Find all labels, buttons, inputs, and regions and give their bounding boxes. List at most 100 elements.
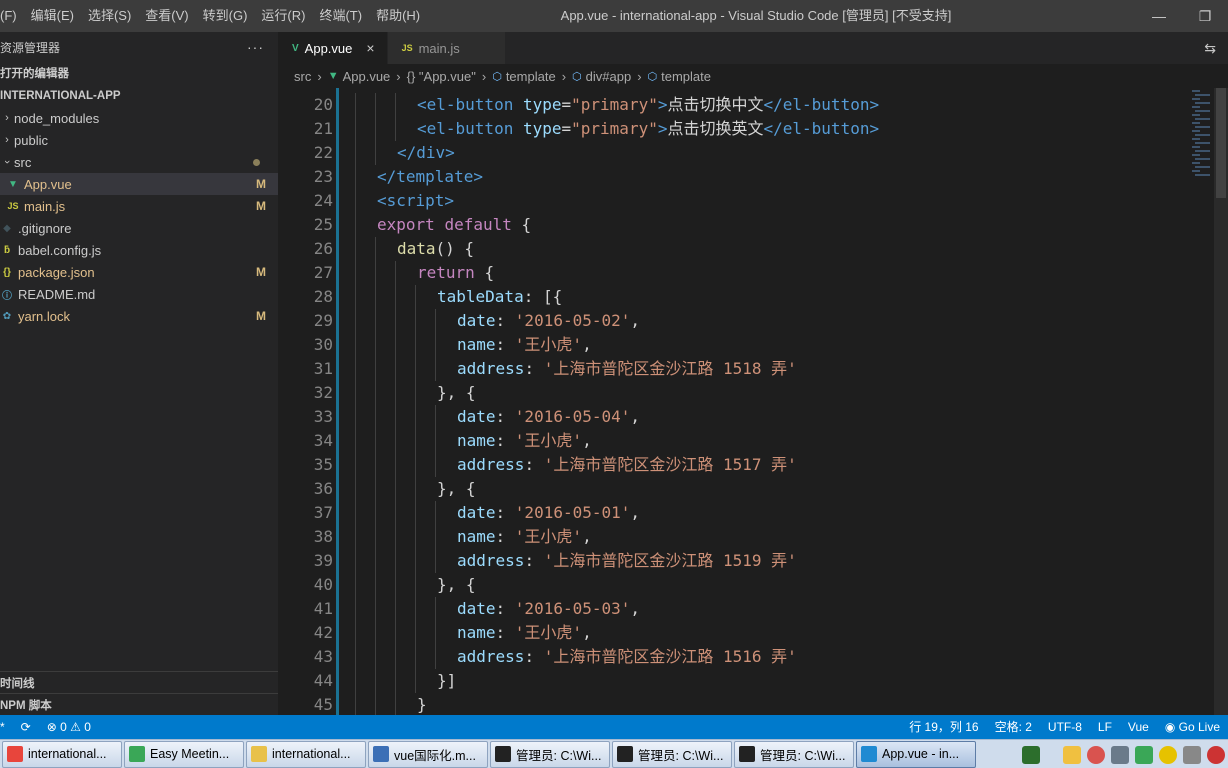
code-line[interactable]: 43 address: '上海市普陀区金沙江路 1516 弄'	[278, 645, 879, 669]
code-token: :	[524, 359, 544, 378]
code-line[interactable]: 40}, {	[278, 573, 879, 597]
indent-guide	[415, 645, 416, 669]
taskbar-item[interactable]: vue国际化.m...	[368, 740, 488, 768]
pinwheel-icon[interactable]	[1087, 745, 1105, 764]
tree-item-readme[interactable]: ⓘ README.md	[0, 283, 278, 305]
more-actions-icon[interactable]: ···	[247, 39, 264, 55]
npm-scripts-section[interactable]: NPM 脚本	[0, 693, 278, 715]
indent-guide	[395, 93, 396, 117]
volume-muted-icon[interactable]	[1207, 745, 1225, 764]
taskbar-item[interactable]: App.vue - in...	[856, 740, 976, 768]
tree-item-gitignore[interactable]: ◆ .gitignore	[0, 217, 278, 239]
code-token: ,	[630, 503, 641, 522]
taskbar-item[interactable]: Easy Meetin...	[124, 740, 244, 768]
menu-run[interactable]: 运行(R)	[254, 0, 312, 32]
code-line[interactable]: 39 address: '上海市普陀区金沙江路 1519 弄'	[278, 549, 879, 573]
code-editor[interactable]: 20 <el-button type="primary">点击切换中文</el-b…	[278, 88, 1228, 715]
code-line[interactable]: 20 <el-button type="primary">点击切换中文</el-b…	[278, 93, 879, 117]
code-lines[interactable]: 20 <el-button type="primary">点击切换中文</el-b…	[278, 93, 879, 715]
menu-help[interactable]: 帮助(H)	[369, 0, 427, 32]
menu-view[interactable]: 查看(V)	[138, 0, 195, 32]
breadcrumb-item[interactable]: template	[506, 69, 556, 84]
indent-guide	[355, 261, 356, 285]
taskbar-item[interactable]: international...	[246, 740, 366, 768]
tree-item-yarn-lock[interactable]: ✿ yarn.lock M	[0, 305, 278, 327]
scrollbar-thumb[interactable]	[1216, 88, 1226, 198]
plus-icon[interactable]	[1159, 745, 1177, 764]
code-line[interactable]: 22 </div>	[278, 141, 879, 165]
menu-terminal[interactable]: 终端(T)	[312, 0, 369, 32]
go-live-button[interactable]: ◉ Go Live	[1157, 715, 1228, 739]
code-line[interactable]: 23 </template>	[278, 165, 879, 189]
code-line[interactable]: 45}	[278, 693, 879, 715]
code-line[interactable]: 31 address: '上海市普陀区金沙江路 1518 弄'	[278, 357, 879, 381]
sync-icon[interactable]: ⟳	[13, 715, 39, 739]
problems-button[interactable]: ⊗ 0 ⚠ 0	[39, 715, 99, 739]
indent-guide	[395, 333, 396, 357]
breadcrumb-item[interactable]: src	[294, 69, 311, 84]
tree-item-babel-config[interactable]: ƃ babel.config.js	[0, 239, 278, 261]
tree-item-package-json[interactable]: {} package.json M	[0, 261, 278, 283]
menu-file[interactable]: (F)	[0, 0, 24, 32]
code-line[interactable]: 25 export default {	[278, 213, 879, 237]
usb-icon[interactable]	[1183, 745, 1201, 764]
vscode-tray-icon[interactable]	[1022, 745, 1040, 764]
indentation[interactable]: 空格: 2	[987, 715, 1040, 739]
close-icon[interactable]: ×	[366, 40, 374, 56]
code-line[interactable]: 37 date: '2016-05-01',	[278, 501, 879, 525]
editor-scrollbar[interactable]	[1214, 88, 1228, 715]
taskbar-item[interactable]: 管理员: C:\Wi...	[734, 740, 854, 768]
code-line[interactable]: 27 return {	[278, 261, 879, 285]
weather-icon[interactable]	[1063, 745, 1081, 764]
code-line[interactable]: 41 date: '2016-05-03',	[278, 597, 879, 621]
code-line[interactable]: 24 <script>	[278, 189, 879, 213]
tree-item-public[interactable]: › public	[0, 129, 278, 151]
breadcrumb-item[interactable]: template	[661, 69, 711, 84]
code-line[interactable]: 32}, {	[278, 381, 879, 405]
network-icon[interactable]	[1111, 745, 1129, 764]
code-line[interactable]: 44}]	[278, 669, 879, 693]
menu-edit[interactable]: 编辑(E)	[24, 0, 81, 32]
taskbar-item[interactable]: international...	[2, 740, 122, 768]
code-line[interactable]: 34 name: '王小虎',	[278, 429, 879, 453]
code-line[interactable]: 35 address: '上海市普陀区金沙江路 1517 弄'	[278, 453, 879, 477]
security-icon[interactable]	[1135, 745, 1153, 764]
tree-item-src[interactable]: › src	[0, 151, 278, 173]
code-line[interactable]: 42 name: '王小虎',	[278, 621, 879, 645]
restore-icon[interactable]: ❐	[1182, 0, 1228, 32]
cursor-position[interactable]: 行 19，列 16	[901, 715, 986, 739]
remote-icon[interactable]: *	[0, 715, 13, 739]
code-line[interactable]: 26 data() {	[278, 237, 879, 261]
code-token: date	[457, 311, 496, 330]
code-line[interactable]: 28 tableData: [{	[278, 285, 879, 309]
timeline-section[interactable]: 时间线	[0, 671, 278, 693]
minimap[interactable]	[1192, 88, 1214, 188]
compare-changes-icon[interactable]: ⇆	[1204, 32, 1216, 64]
menu-selection[interactable]: 选择(S)	[81, 0, 138, 32]
menu-go[interactable]: 转到(G)	[196, 0, 255, 32]
tab-app-vue[interactable]: V App.vue ×	[278, 32, 388, 64]
end-of-line[interactable]: LF	[1090, 715, 1120, 739]
indent-guide	[355, 621, 356, 645]
breadcrumb-item[interactable]: div#app	[586, 69, 632, 84]
tree-item-app-vue[interactable]: ▼ App.vue M	[0, 173, 278, 195]
taskbar-item[interactable]: 管理员: C:\Wi...	[490, 740, 610, 768]
code-line[interactable]: 30 name: '王小虎',	[278, 333, 879, 357]
code-line[interactable]: 38 name: '王小虎',	[278, 525, 879, 549]
language-mode[interactable]: Vue	[1120, 715, 1157, 739]
minimize-icon[interactable]: —	[1136, 0, 1182, 32]
taskbar-item[interactable]: 管理员: C:\Wi...	[612, 740, 732, 768]
code-line[interactable]: 33 date: '2016-05-04',	[278, 405, 879, 429]
tree-item-main-js[interactable]: JS main.js M	[0, 195, 278, 217]
editor-tabs: V App.vue × JS main.js ⇆	[278, 32, 1228, 64]
tree-item-node-modules[interactable]: › node_modules	[0, 107, 278, 129]
encoding[interactable]: UTF-8	[1040, 715, 1090, 739]
project-section[interactable]: INTERNATIONAL-APP	[0, 85, 278, 107]
breadcrumb-item[interactable]: {} "App.vue"	[407, 69, 476, 84]
code-line[interactable]: 29 date: '2016-05-02',	[278, 309, 879, 333]
open-editors-section[interactable]: 打开的编辑器	[0, 62, 278, 84]
code-line[interactable]: 21 <el-button type="primary">点击切换英文</el-b…	[278, 117, 879, 141]
tab-main-js[interactable]: JS main.js	[387, 32, 506, 64]
breadcrumb-item[interactable]: App.vue	[343, 69, 391, 84]
code-line[interactable]: 36}, {	[278, 477, 879, 501]
